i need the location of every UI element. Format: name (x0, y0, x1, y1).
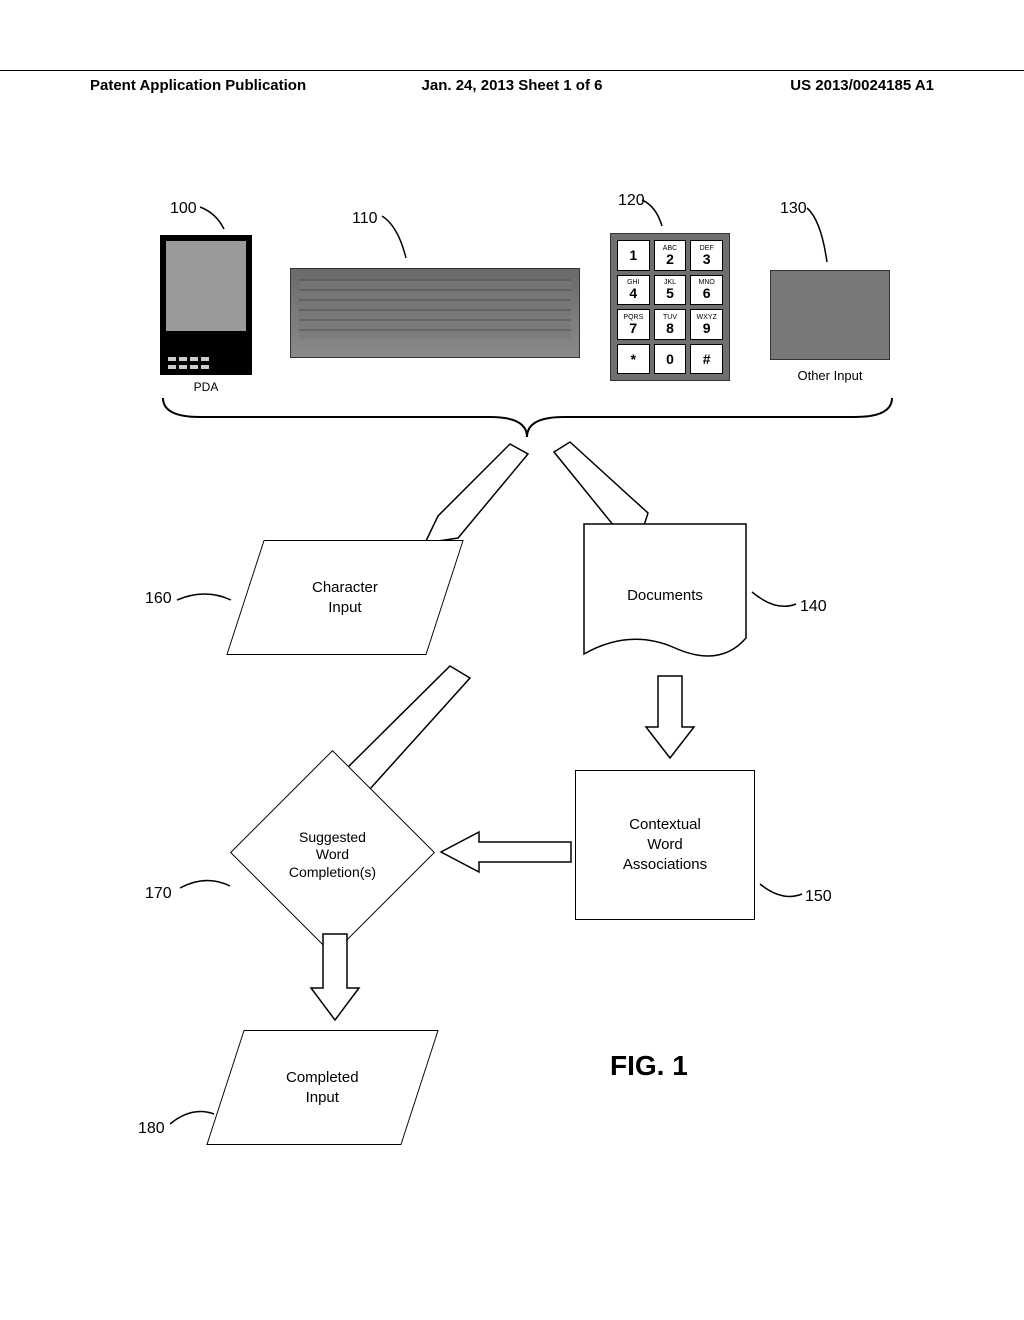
ref-180: 180 (138, 1120, 165, 1138)
pda-buttons2 (168, 357, 209, 361)
leader-150 (758, 880, 806, 904)
pda-device (160, 235, 252, 375)
completed-node: CompletedInput (206, 1030, 438, 1145)
leader-110 (380, 214, 410, 262)
ref-150: 150 (805, 888, 832, 906)
key-6: MNO6 (690, 275, 723, 306)
page-header: Patent Application Publication Jan. 24, … (0, 70, 1024, 110)
diagram-canvas: 100 110 120 130 PDA 1 ABC2 DEF3 GHI4 JKL… (0, 120, 1024, 1320)
key-5: JKL5 (654, 275, 687, 306)
key-7: PQRS7 (617, 309, 650, 340)
other-input-device (770, 270, 890, 360)
char-input-label: CharacterInput (312, 578, 378, 617)
key-1: 1 (617, 240, 650, 271)
leader-140 (750, 588, 800, 616)
leader-160 (175, 592, 235, 612)
key-3: DEF3 (690, 240, 723, 271)
key-0: 0 (654, 344, 687, 375)
contextual-node: ContextualWordAssociations (575, 770, 755, 920)
header-left: Patent Application Publication (90, 77, 306, 110)
page: Patent Application Publication Jan. 24, … (0, 0, 1024, 1320)
documents-label: Documents (627, 587, 703, 604)
figure-label: FIG. 1 (610, 1050, 688, 1082)
char-input-node: CharacterInput (226, 540, 463, 655)
ref-160: 160 (145, 590, 172, 608)
leader-100 (198, 205, 228, 233)
documents-node: Documents (580, 520, 750, 670)
pda-label: PDA (160, 380, 252, 394)
key-4: GHI4 (617, 275, 650, 306)
pda-screen (166, 241, 246, 331)
arrow-contextual-to-suggested (435, 830, 575, 874)
leader-170 (178, 876, 234, 896)
keyboard-device (290, 268, 580, 358)
leader-120 (640, 198, 666, 230)
ref-100: 100 (170, 200, 197, 218)
ref-130: 130 (780, 200, 807, 218)
arrow-suggested-to-completed (305, 930, 365, 1025)
key-hash: # (690, 344, 723, 375)
key-2: ABC2 (654, 240, 687, 271)
completed-label: CompletedInput (286, 1068, 359, 1107)
header-right: US 2013/0024185 A1 (790, 77, 934, 110)
key-9: WXYZ9 (690, 309, 723, 340)
other-input-label: Other Input (770, 368, 890, 383)
key-star: * (617, 344, 650, 375)
arrow-docs-to-contextual (640, 672, 700, 762)
ref-140: 140 (800, 598, 827, 616)
header-center: Jan. 24, 2013 Sheet 1 of 6 (422, 77, 603, 94)
suggested-label: SuggestedWordCompletion(s) (235, 810, 430, 900)
leader-130 (805, 206, 831, 266)
contextual-label: ContextualWordAssociations (623, 815, 707, 876)
pda-buttons (168, 365, 209, 369)
phone-keypad: 1 ABC2 DEF3 GHI4 JKL5 MNO6 PQRS7 TUV8 WX… (610, 233, 730, 381)
key-8: TUV8 (654, 309, 687, 340)
devices-bracket (160, 395, 895, 440)
leader-180 (168, 1108, 218, 1132)
ref-170: 170 (145, 885, 172, 903)
arrow-to-char-input (400, 438, 540, 548)
ref-110: 110 (352, 210, 378, 228)
